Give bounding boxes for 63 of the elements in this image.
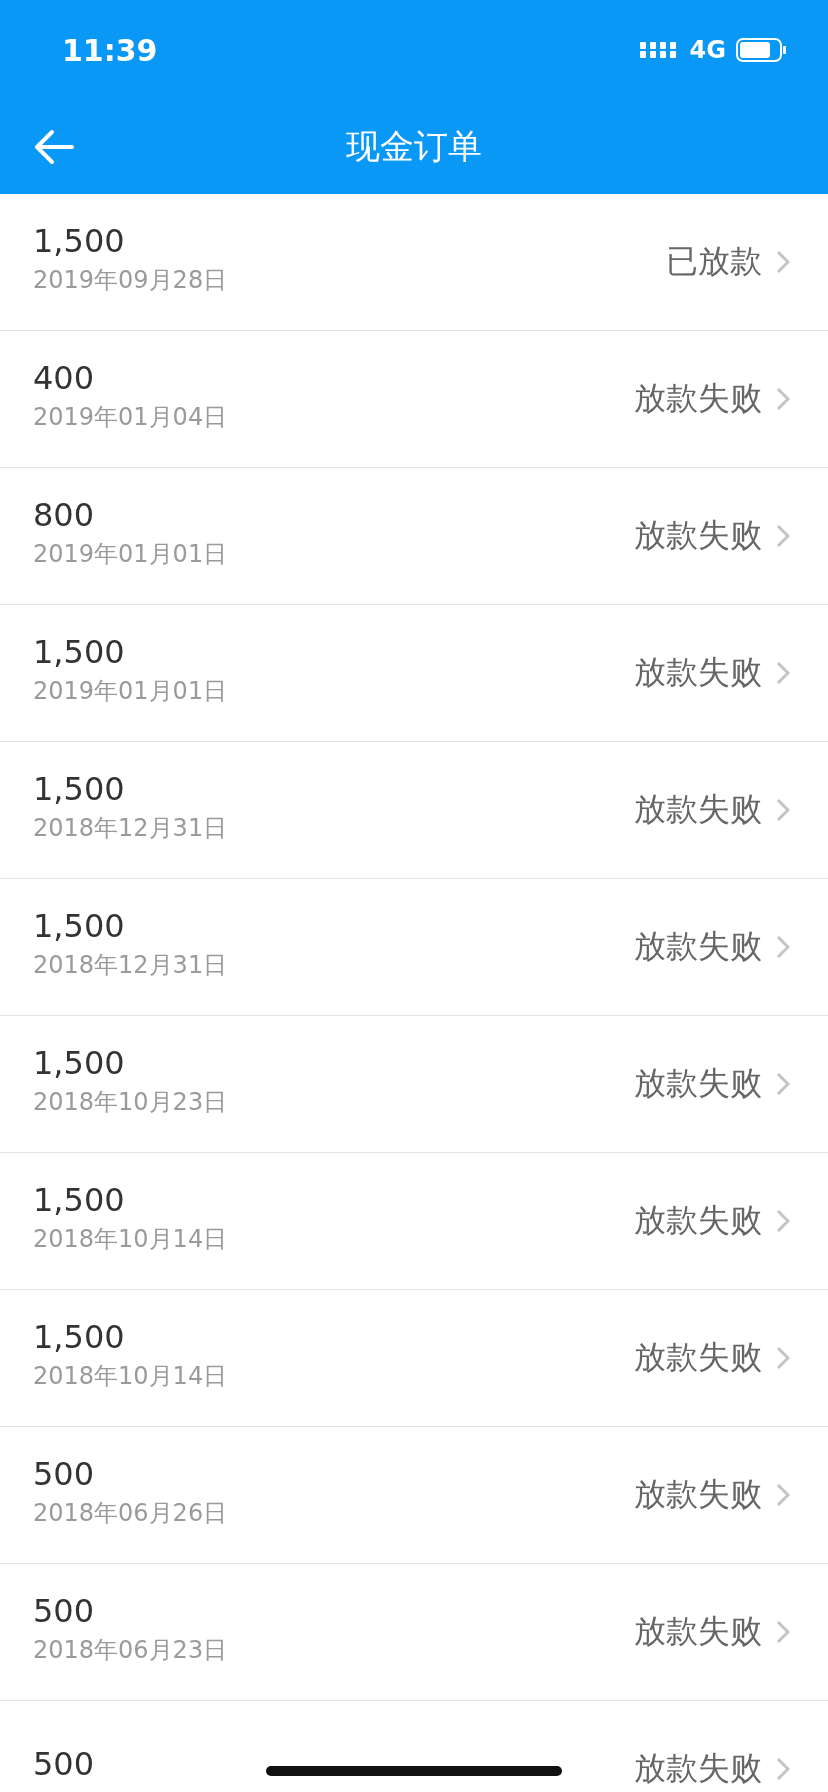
- order-date: 2018年06月23日: [33, 1635, 228, 1666]
- order-date: 2019年01月01日: [33, 539, 228, 570]
- order-status: 放款失败: [634, 1063, 762, 1104]
- order-row[interactable]: 1,500 2019年01月01日 放款失败: [0, 605, 828, 742]
- chevron-right-icon: [776, 798, 790, 822]
- order-amount: 500: [33, 1745, 95, 1783]
- page-title: 现金订单: [346, 125, 482, 168]
- order-row[interactable]: 800 2019年01月01日 放款失败: [0, 468, 828, 605]
- order-date: 2018年12月31日: [33, 950, 228, 981]
- order-amount: 1,500: [33, 633, 126, 671]
- chevron-right-icon: [776, 935, 790, 959]
- order-date: 2018年10月14日: [33, 1361, 228, 1392]
- order-status: 放款失败: [634, 378, 762, 419]
- order-amount: 1,500: [33, 1318, 126, 1356]
- order-status: 放款失败: [634, 1748, 762, 1789]
- order-row[interactable]: 1,500 2018年10月14日 放款失败: [0, 1290, 828, 1427]
- chevron-right-icon: [776, 387, 790, 411]
- order-status: 放款失败: [634, 789, 762, 830]
- order-row[interactable]: 500 2018年06月26日 放款失败: [0, 1427, 828, 1564]
- order-date: 2018年10月23日: [33, 1087, 228, 1118]
- chevron-right-icon: [776, 661, 790, 685]
- order-status: 放款失败: [634, 926, 762, 967]
- order-amount: 1,500: [33, 770, 126, 808]
- order-amount: 800: [33, 496, 96, 534]
- order-row[interactable]: 1,500 2018年10月14日 放款失败: [0, 1153, 828, 1290]
- chevron-right-icon: [776, 1209, 790, 1233]
- order-amount: 500: [33, 1592, 96, 1630]
- order-row[interactable]: 1,500 2019年09月28日 已放款: [0, 194, 828, 331]
- order-status: 放款失败: [634, 1611, 762, 1652]
- order-status: 放款失败: [634, 652, 762, 693]
- order-status: 放款失败: [634, 1337, 762, 1378]
- chevron-right-icon: [776, 1346, 790, 1370]
- order-date: 2019年01月01日: [33, 676, 228, 707]
- order-status: 放款失败: [634, 515, 762, 556]
- order-amount: 1,500: [33, 907, 126, 945]
- order-date: 2019年09月28日: [33, 265, 228, 296]
- chevron-right-icon: [776, 250, 790, 274]
- order-row[interactable]: 1,500 2018年10月23日 放款失败: [0, 1016, 828, 1153]
- order-status: 放款失败: [634, 1474, 762, 1515]
- status-time: 11:39: [62, 32, 158, 68]
- order-status: 已放款: [666, 241, 762, 282]
- order-date: 2018年10月14日: [33, 1224, 228, 1255]
- order-date: 2019年01月04日: [33, 402, 228, 433]
- chevron-right-icon: [776, 1757, 790, 1781]
- chevron-right-icon: [776, 1072, 790, 1096]
- order-amount: 1,500: [33, 1044, 126, 1082]
- order-status: 放款失败: [634, 1200, 762, 1241]
- order-row[interactable]: 400 2019年01月04日 放款失败: [0, 331, 828, 468]
- order-date: 2018年12月31日: [33, 813, 228, 844]
- chevron-right-icon: [776, 1483, 790, 1507]
- order-amount: 1,500: [33, 222, 126, 260]
- chevron-right-icon: [776, 524, 790, 548]
- order-amount: 500: [33, 1455, 96, 1493]
- order-amount: 1,500: [33, 1181, 126, 1219]
- order-row[interactable]: 500 2018年06月23日 放款失败: [0, 1564, 828, 1701]
- back-arrow-icon[interactable]: [34, 129, 74, 165]
- order-row[interactable]: 1,500 2018年12月31日 放款失败: [0, 879, 828, 1016]
- chevron-right-icon: [776, 1620, 790, 1644]
- order-row[interactable]: 1,500 2018年12月31日 放款失败: [0, 742, 828, 879]
- order-amount: 400: [33, 359, 96, 397]
- battery-icon: [736, 38, 788, 62]
- network-label: 4G: [689, 36, 726, 64]
- order-date: 2018年06月26日: [33, 1498, 228, 1529]
